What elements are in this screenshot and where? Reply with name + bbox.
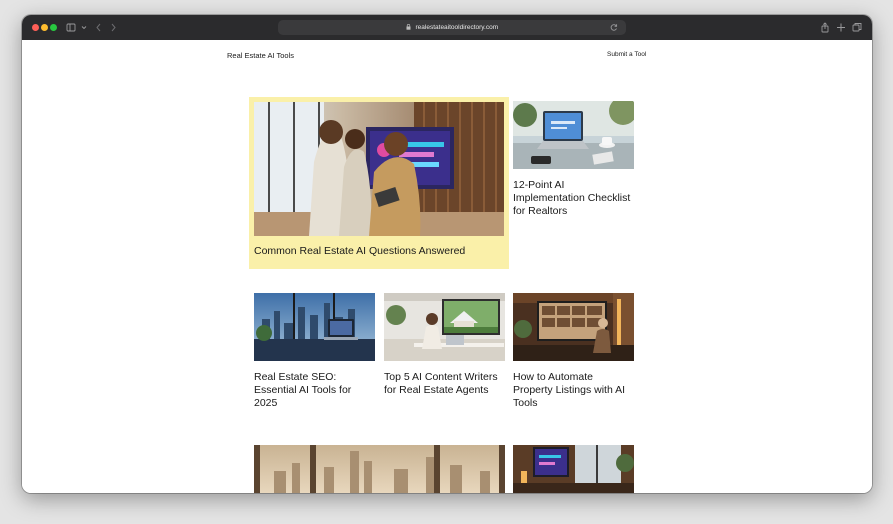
article-card[interactable]: How to Automate Property Listings with A… — [513, 293, 634, 413]
back-icon[interactable] — [94, 20, 104, 35]
article-card[interactable]: Real Estate SEO: Essential AI Tools for … — [254, 293, 375, 413]
article-image — [254, 293, 375, 361]
lock-icon — [406, 24, 413, 31]
page-content: Real Estate AI Tools Submit a Tool Commo… — [22, 40, 872, 493]
chevron-down-icon[interactable] — [80, 20, 88, 35]
browser-window: realestateaitooldirectory.com Real Estat… — [22, 15, 872, 493]
forward-icon[interactable] — [108, 20, 118, 35]
article-image — [513, 293, 634, 361]
article-title[interactable]: 12-Point AI Implementation Checklist for… — [513, 179, 634, 218]
article-image — [254, 102, 504, 236]
article-card[interactable]: Top 5 AI Content Writers for Real Estate… — [384, 293, 505, 413]
article-title[interactable]: Real Estate SEO: Essential AI Tools for … — [254, 371, 375, 410]
tab-overview-icon[interactable] — [851, 20, 863, 35]
new-tab-icon[interactable] — [835, 20, 847, 35]
close-window-button[interactable] — [32, 24, 39, 31]
browser-toolbar: realestateaitooldirectory.com — [22, 15, 872, 40]
zoom-window-button[interactable] — [50, 24, 57, 31]
article-title[interactable]: How to Automate Property Listings with A… — [513, 371, 634, 410]
sidebar-icon[interactable] — [66, 20, 78, 35]
article-title[interactable]: Top 5 AI Content Writers for Real Estate… — [384, 371, 505, 397]
article-image — [513, 101, 634, 169]
article-image — [513, 445, 634, 493]
address-bar[interactable]: realestateaitooldirectory.com — [278, 20, 626, 35]
minimize-window-button[interactable] — [41, 24, 48, 31]
submit-tool-link[interactable]: Submit a Tool — [607, 51, 646, 58]
share-icon[interactable] — [819, 20, 831, 35]
article-card[interactable]: 12-Point AI Implementation Checklist for… — [513, 101, 634, 221]
site-brand-link[interactable]: Real Estate AI Tools — [227, 51, 294, 60]
article-image — [254, 445, 505, 493]
article-title[interactable]: Common Real Estate AI Questions Answered — [254, 245, 504, 258]
article-image — [384, 293, 505, 361]
url-text: realestateaitooldirectory.com — [415, 24, 499, 31]
reload-icon[interactable] — [609, 20, 619, 35]
article-card[interactable] — [254, 445, 505, 493]
article-card[interactable] — [513, 445, 634, 493]
featured-article-card[interactable]: Common Real Estate AI Questions Answered — [249, 97, 509, 269]
